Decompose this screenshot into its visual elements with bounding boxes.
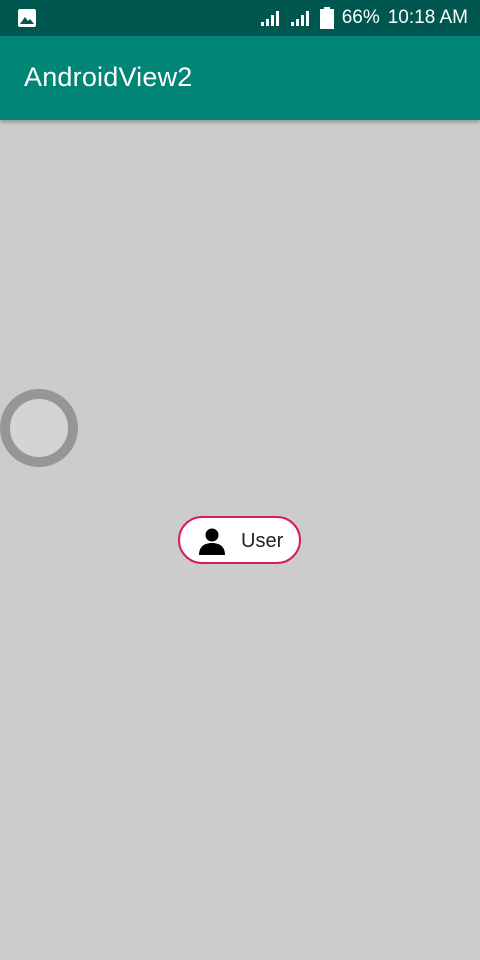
chip-label: User [241,530,284,552]
signal-icon-2 [290,11,309,26]
image-icon [18,9,36,27]
status-bar: 66% 10:18 AM [0,0,480,36]
user-chip[interactable]: User [178,516,301,564]
battery-percent: 66% [341,7,380,28]
signal-icon [260,11,279,26]
user-icon [199,528,225,555]
app-bar: AndroidView2 [0,36,480,120]
status-time: 10:18 AM [387,7,468,28]
battery-icon [319,7,334,29]
progress-ring [0,389,78,467]
page-title: AndroidView2 [24,62,193,92]
